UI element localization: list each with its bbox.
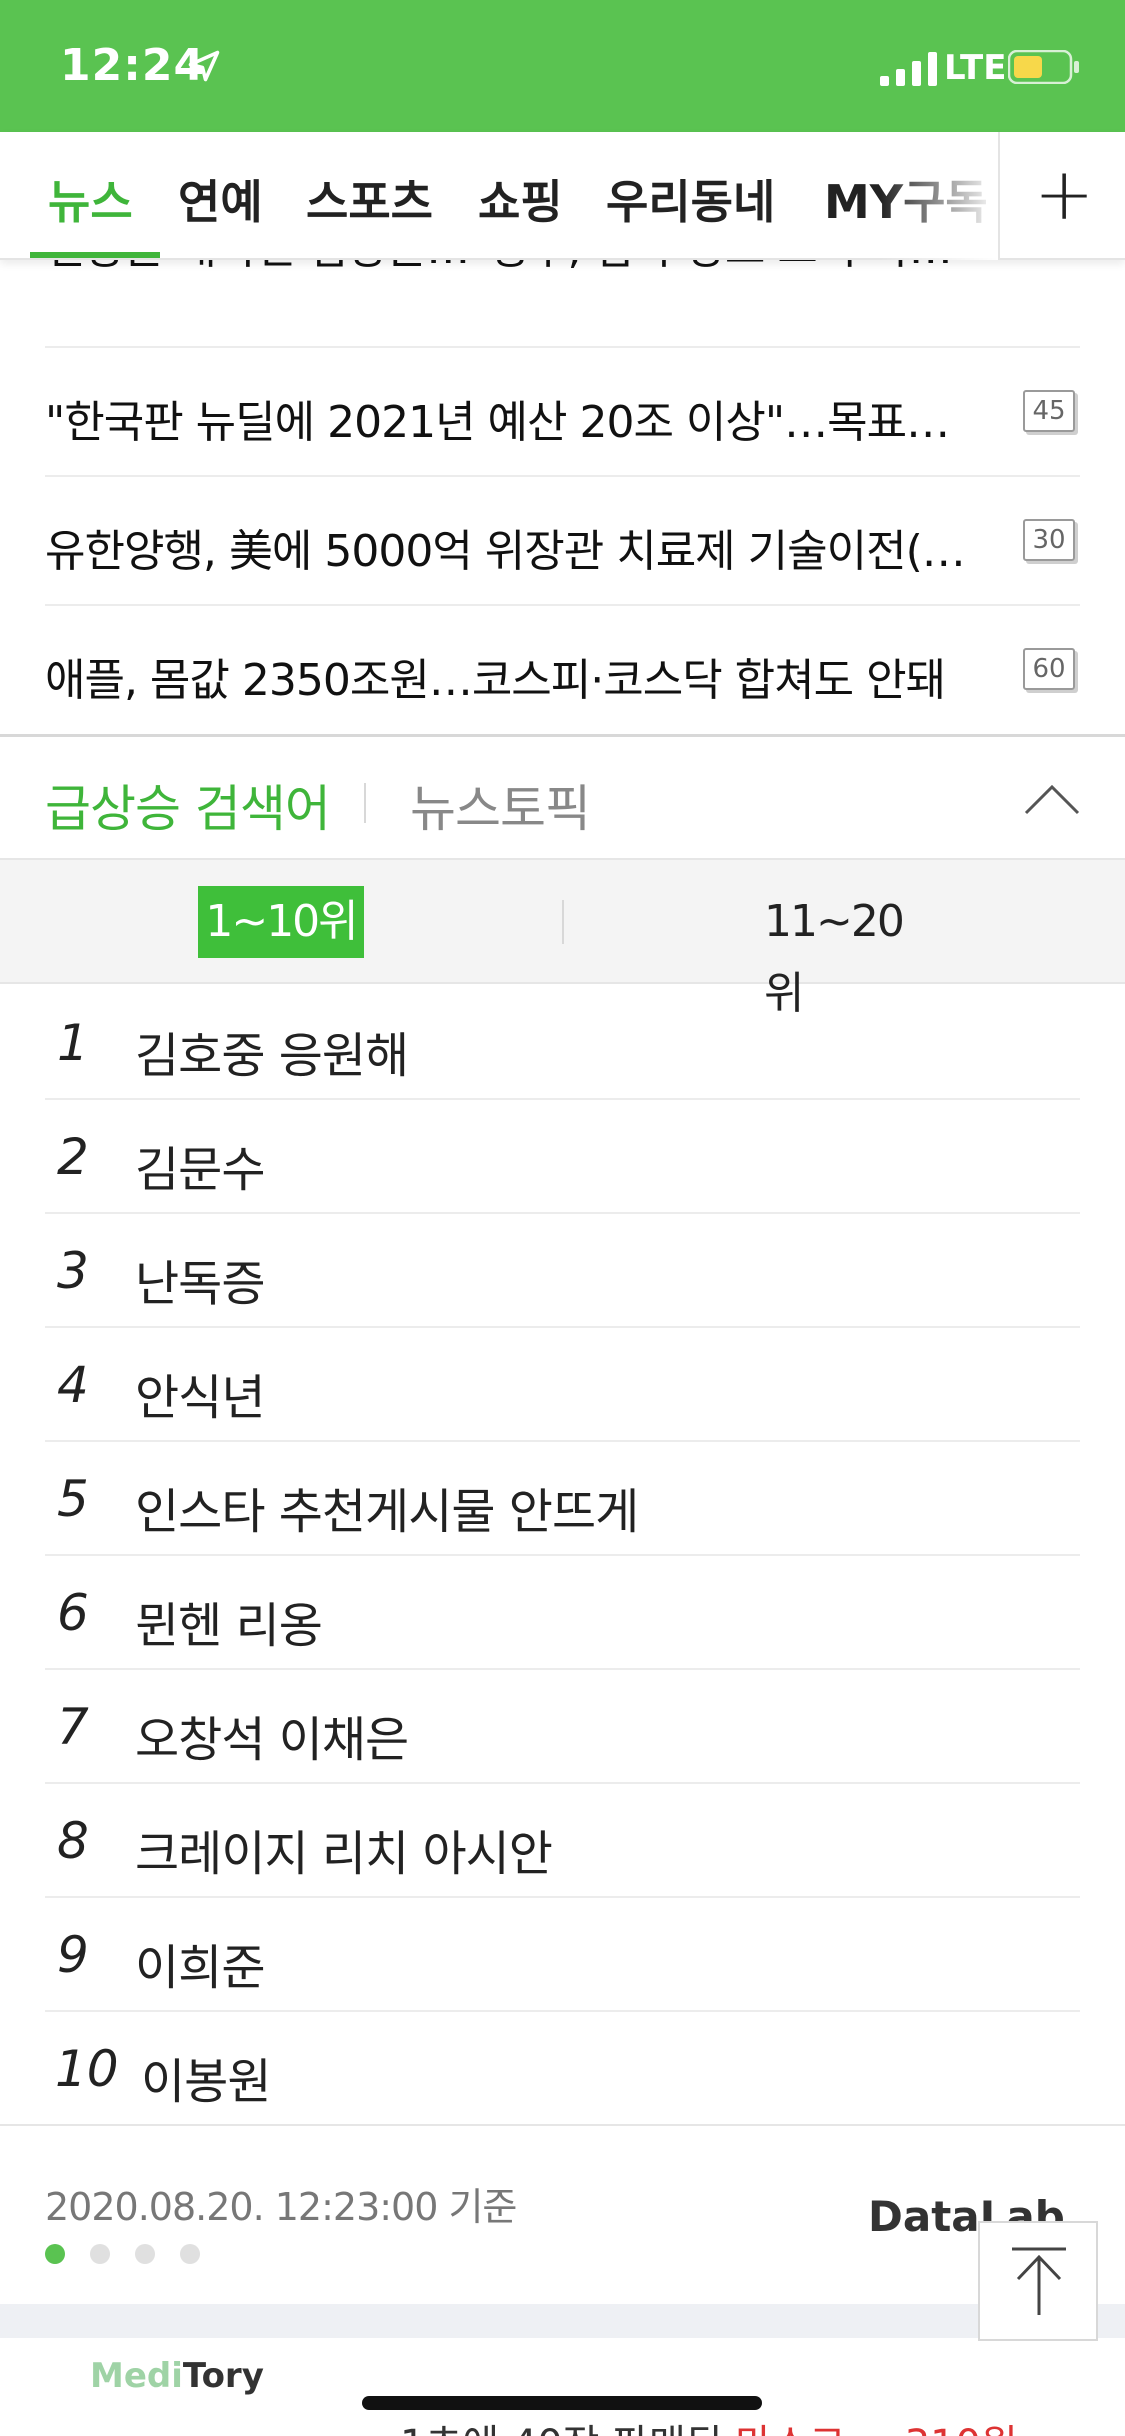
divider [364, 783, 366, 823]
rank-number: 10 [55, 2040, 119, 2098]
tab-shopping[interactable]: 쇼핑 [478, 166, 563, 232]
ad-logo: MediTory [90, 2356, 264, 2396]
page-dot[interactable] [135, 2244, 155, 2264]
timestamp: 2020.08.20. 12:23:00 기준 [45, 2185, 517, 2229]
ad-logo-tory: Tory [182, 2356, 264, 2396]
news-title[interactable]: "한국판 뉴딜에 2021년 예산 20조 이상"…목표… [45, 386, 980, 450]
tab-rising-searches[interactable]: 급상승 검색어 [45, 769, 331, 841]
location-arrow-icon [188, 50, 220, 82]
rank-number: 7 [57, 1698, 89, 1756]
rank-list: 1 김호중 응원해 2 김문수 3 난독증 4 안식년 5 인스타 추천게시물 … [0, 986, 1125, 2126]
ad-text-highlight: 마스크 → 310원 [735, 2422, 1018, 2436]
comment-count-badge[interactable]: 60 [1023, 648, 1075, 690]
realtime-search-header: 급상승 검색어 뉴스토픽 [0, 734, 1125, 858]
home-indicator[interactable] [362, 2396, 762, 2410]
tab-news[interactable]: 뉴스 [48, 166, 133, 232]
search-term[interactable]: 김호중 응원해 [135, 1016, 409, 1086]
rank-number: 1 [57, 1014, 89, 1072]
rank-range-toggle: 1~10위 11~20위 [0, 858, 1125, 1019]
news-title[interactable]: 유한양행, 美에 5000억 위장관 치료제 기술이전(… [45, 515, 980, 579]
list-item[interactable]: 4 안식년 [45, 1328, 1080, 1442]
news-list: 전광훈 대국민 입장문…"정부, 검사 강요 교회 확… 29 "한국판 뉴딜에… [0, 212, 1125, 735]
rank-footer: 2020.08.20. 12:23:00 기준 DataLab [0, 2124, 1125, 2341]
range-1-10-button[interactable]: 1~10위 [198, 886, 364, 958]
ad-logo-medi: Medi [90, 2356, 183, 2396]
search-term[interactable]: 뮌헨 리옹 [135, 1586, 323, 1656]
page-dot[interactable] [45, 2244, 65, 2264]
news-item[interactable]: "한국판 뉴딜에 2021년 예산 20조 이상"…목표… 45 [45, 348, 1080, 477]
list-item[interactable]: 2 김문수 [45, 1100, 1080, 1214]
section-tabs: 뉴스 연예 스포츠 쇼핑 우리동네 MY구독 + [0, 132, 1125, 260]
list-item[interactable]: 6 뮌헨 리옹 [45, 1556, 1080, 1670]
news-item[interactable]: 애플, 몸값 2350조원…코스피·코스닥 합쳐도 안돼 60 [45, 606, 1080, 735]
active-tab-indicator [30, 252, 160, 258]
section-gap [0, 2304, 1125, 2338]
range-11-20-button[interactable]: 11~20위 [764, 886, 924, 1019]
chevron-up-icon[interactable] [1022, 781, 1082, 817]
search-term[interactable]: 난독증 [135, 1244, 265, 1314]
list-item[interactable]: 9 이희준 [45, 1898, 1080, 2012]
rank-number: 8 [57, 1812, 89, 1870]
tab-sports[interactable]: 스포츠 [306, 166, 433, 232]
list-item[interactable]: 7 오창석 이채은 [45, 1670, 1080, 1784]
search-term[interactable]: 안식년 [135, 1358, 265, 1428]
status-bar: 12:24 LTE [0, 0, 1125, 132]
divider [562, 900, 564, 944]
tab-entertainment[interactable]: 연예 [178, 166, 263, 232]
tab-fade [880, 132, 998, 260]
rank-number: 3 [57, 1242, 89, 1300]
tab-news-topics[interactable]: 뉴스토픽 [410, 769, 591, 841]
battery-icon [1008, 50, 1079, 84]
list-item[interactable]: 5 인스타 추천게시물 안뜨게 [45, 1442, 1080, 1556]
ad-text[interactable]: 1초에 40장 판매된 마스크 → 310원 [400, 2412, 1018, 2436]
search-term[interactable]: 김문수 [135, 1130, 265, 1200]
scroll-to-top-button[interactable] [978, 2221, 1098, 2341]
signal-icon [880, 52, 937, 86]
ad-text-main: 1초에 40장 판매된 [400, 2422, 735, 2436]
list-item[interactable]: 10 이봉원 [45, 2012, 1080, 2126]
news-item[interactable]: 유한양행, 美에 5000억 위장관 치료제 기술이전(… 30 [45, 477, 1080, 606]
page-indicator [45, 2244, 225, 2268]
rank-number: 9 [57, 1926, 89, 1984]
search-term[interactable]: 인스타 추천게시물 안뜨게 [135, 1472, 639, 1542]
arrow-up-icon [1012, 2247, 1066, 2315]
page-dot[interactable] [90, 2244, 110, 2264]
tab-scroller[interactable]: 뉴스 연예 스포츠 쇼핑 우리동네 MY구독 [0, 132, 998, 260]
add-tab-button[interactable]: + [998, 132, 1125, 260]
page-dot[interactable] [180, 2244, 200, 2264]
network-label: LTE [944, 48, 1007, 88]
list-item[interactable]: 8 크레이지 리치 아시안 [45, 1784, 1080, 1898]
rank-number: 2 [57, 1128, 89, 1186]
list-item[interactable]: 3 난독증 [45, 1214, 1080, 1328]
list-item[interactable]: 1 김호중 응원해 [45, 986, 1080, 1100]
rank-number: 4 [57, 1356, 89, 1414]
search-term[interactable]: 이봉원 [141, 2042, 271, 2112]
search-term[interactable]: 오창석 이채은 [135, 1700, 409, 1770]
news-title[interactable]: 애플, 몸값 2350조원…코스피·코스닥 합쳐도 안돼 [45, 644, 980, 708]
tab-neighborhood[interactable]: 우리동네 [606, 166, 775, 232]
rank-number: 5 [57, 1470, 89, 1528]
comment-count-badge[interactable]: 45 [1023, 390, 1075, 432]
rank-number: 6 [57, 1584, 89, 1642]
search-term[interactable]: 이희준 [135, 1928, 265, 1998]
comment-count-badge[interactable]: 30 [1023, 519, 1075, 561]
ad-banner[interactable]: MediTory 1초에 40장 판매된 마스크 → 310원 [0, 2338, 1125, 2436]
search-term[interactable]: 크레이지 리치 아시안 [135, 1814, 553, 1884]
status-time: 12:24 [60, 40, 206, 91]
plus-icon: + [1034, 152, 1095, 236]
